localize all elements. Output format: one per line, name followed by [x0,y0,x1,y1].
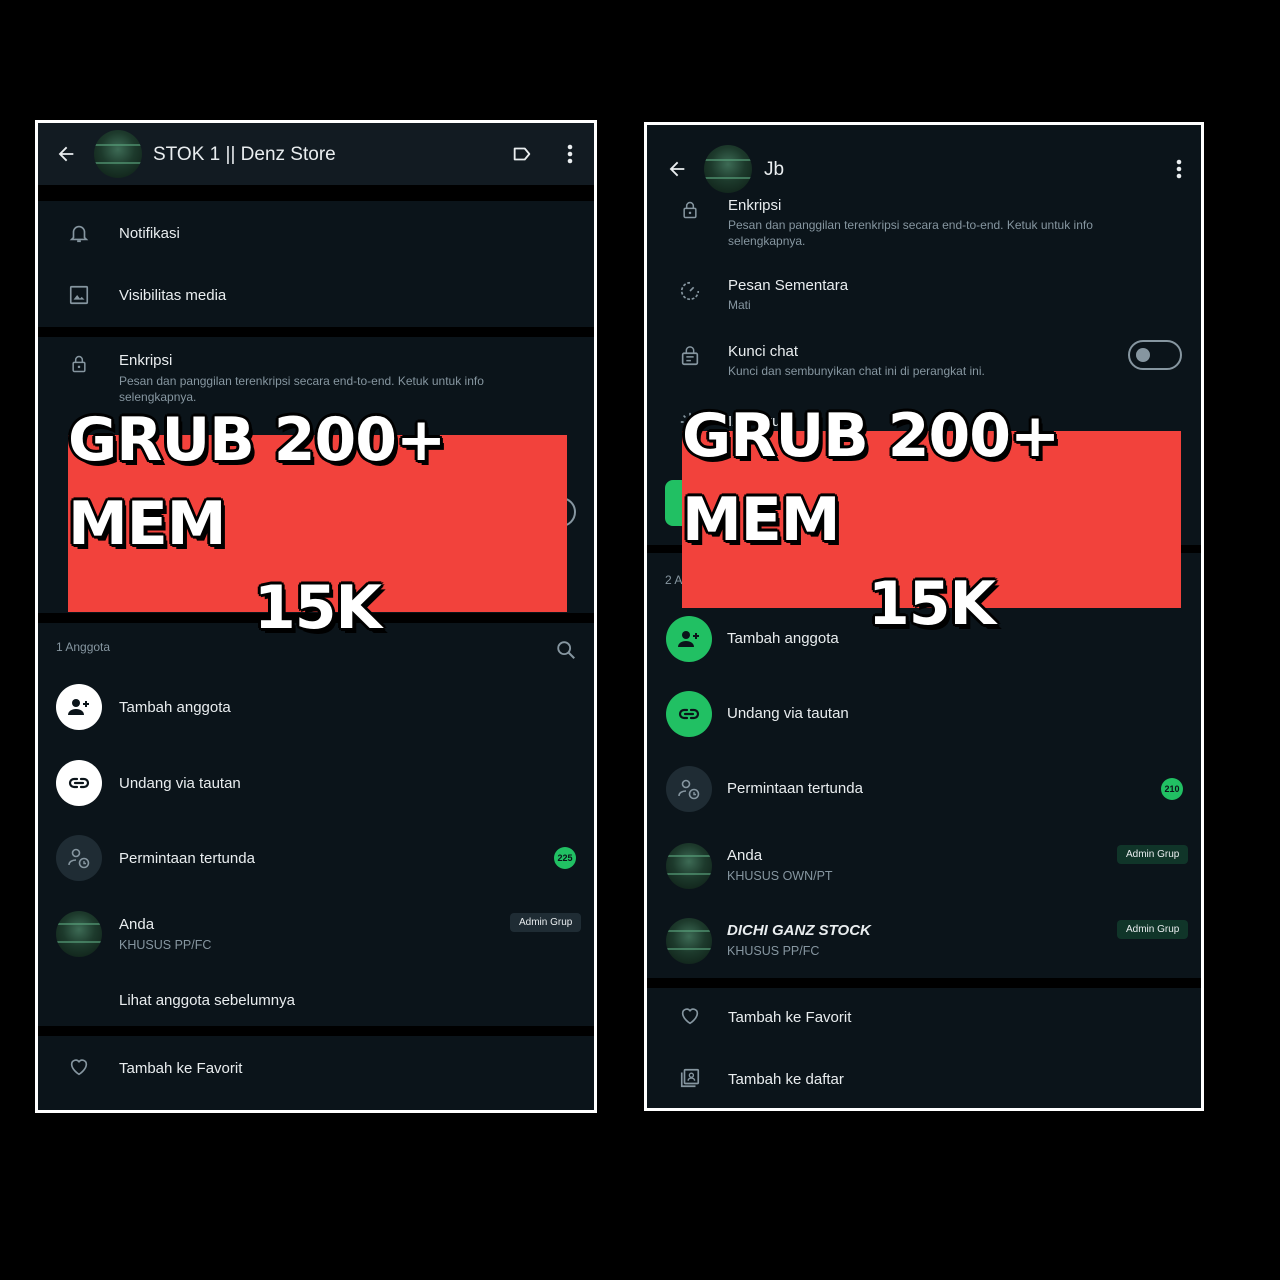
group-avatar[interactable] [94,130,142,178]
right-header: Jb [647,125,1201,197]
member-status: KHUSUS PP/FC [727,944,820,958]
lock-icon [677,197,703,223]
member-count: 1 Anggota [56,640,111,654]
admin-badge: Admin Grup [510,913,582,932]
permintaan-tertunda-label: Permintaan tertunda [727,780,863,797]
member-status: KHUSUS OWN/PT [727,869,833,883]
favorit-row[interactable]: Tambah ke Favorit [38,1036,594,1098]
chat-lock-icon [677,343,703,369]
notifikasi-label: Notifikasi [119,225,180,242]
label-icon[interactable] [509,141,535,167]
member-row-anda[interactable]: Anda KHUSUS OWN/PT Admin Grup [647,841,1201,891]
avatar [666,843,712,889]
favorit-label: Tambah ke Favorit [119,1060,243,1077]
tambah-anggota-label: Tambah anggota [727,630,839,647]
daftar-label: Tambah ke daftar [728,1071,844,1088]
pesan-sementara-row[interactable]: Pesan Sementara Mati [647,271,1201,323]
section-divider [647,978,1201,988]
kunci-chat-toggle[interactable] [1128,340,1182,370]
enkripsi-row[interactable]: Enkripsi Pesan dan panggilan terenkripsi… [647,197,1201,259]
more-vert-icon[interactable] [1166,156,1192,182]
pending-count-badge: 225 [554,847,576,869]
notifikasi-row[interactable]: Notifikasi [38,201,594,263]
kunci-chat-label: Kunci chat [728,343,799,360]
enkripsi-description: Pesan dan panggilan terenkripsi secara e… [728,218,1093,248]
tambah-anggota-row[interactable]: Tambah anggota [38,679,594,735]
favorit-label: Tambah ke Favorit [728,1009,852,1026]
member-count: 2 A [665,573,683,587]
lock-icon [66,351,92,377]
group-title[interactable]: Jb [764,159,784,181]
group-avatar[interactable] [704,145,752,193]
add-person-icon [666,616,712,662]
permintaan-tertunda-row[interactable]: Permintaan tertunda 225 [38,830,594,886]
undang-tautan-label: Undang via tautan [727,705,849,722]
image-icon [66,282,92,308]
banner-line-1: GRUB 200+ MEM [682,400,1060,555]
pending-person-icon [666,766,712,812]
add-person-icon [56,684,102,730]
link-icon [56,760,102,806]
heart-icon [66,1054,92,1080]
left-header: STOK 1 || Denz Store [38,123,594,185]
daftar-row[interactable]: Tambah ke daftar [647,1050,1201,1106]
section-divider [38,185,594,201]
list-icon [677,1065,703,1091]
search-icon[interactable] [553,637,579,663]
banner-line-2: 15K [868,568,996,639]
pending-person-icon [56,835,102,881]
banner-line-2: 15K [254,572,382,643]
banner-line-1: GRUB 200+ MEM [68,404,446,559]
member-row-anda[interactable]: Anda KHUSUS PP/FC Admin Grup [38,907,594,963]
member-name: Anda [727,847,763,864]
permintaan-tertunda-label: Permintaan tertunda [119,850,255,867]
price-banner: GRUB 200+ MEM 15K [68,405,567,643]
pending-count-badge: 210 [1161,778,1183,800]
member-row-dichi[interactable]: DICHI GANZ STOCK KHUSUS PP/FC Admin Grup [647,916,1201,966]
undang-tautan-row[interactable]: Undang via tautan [38,755,594,811]
section-divider [38,1026,594,1036]
favorit-row[interactable]: Tambah ke Favorit [647,988,1201,1044]
admin-badge: Admin Grup [1117,845,1189,864]
lihat-anggota-link[interactable]: Lihat anggota sebelumnya [119,992,295,1009]
enkripsi-label: Enkripsi [119,352,173,369]
price-banner: GRUB 200+ MEM 15K [682,401,1181,639]
kunci-chat-description: Kunci dan sembunyikan chat ini di perang… [728,364,985,378]
more-vert-icon[interactable] [557,141,583,167]
bell-icon [66,220,92,246]
member-status: KHUSUS PP/FC [119,938,212,952]
back-arrow-icon[interactable] [52,140,80,168]
admin-badge: Admin Grup [1117,920,1189,939]
pesan-sementara-value: Mati [728,298,751,312]
right-screenshot: Jb Enkripsi Pesan dan panggilan terenkri… [644,122,1204,1111]
member-name: DICHI GANZ STOCK [727,922,871,939]
group-title[interactable]: STOK 1 || Denz Store [153,144,336,166]
enkripsi-label: Enkripsi [728,197,782,214]
avatar [56,911,102,957]
undang-tautan-row[interactable]: Undang via tautan [647,689,1201,739]
pesan-sementara-label: Pesan Sementara [728,277,849,294]
left-screenshot: STOK 1 || Denz Store Notifikasi Visibili… [35,120,597,1113]
kunci-chat-row[interactable]: Kunci chat Kunci dan sembunyikan chat in… [647,337,1201,389]
link-icon [666,691,712,737]
back-arrow-icon[interactable] [663,155,691,183]
tambah-anggota-label: Tambah anggota [119,699,231,716]
visibilitas-media-row[interactable]: Visibilitas media [38,263,594,325]
section-divider [38,327,594,337]
timer-icon [677,278,703,304]
avatar [666,918,712,964]
member-name: Anda [119,916,155,933]
undang-tautan-label: Undang via tautan [119,775,241,792]
heart-icon [677,1003,703,1029]
permintaan-tertunda-row[interactable]: Permintaan tertunda 210 [647,764,1201,814]
visibilitas-label: Visibilitas media [119,287,227,304]
